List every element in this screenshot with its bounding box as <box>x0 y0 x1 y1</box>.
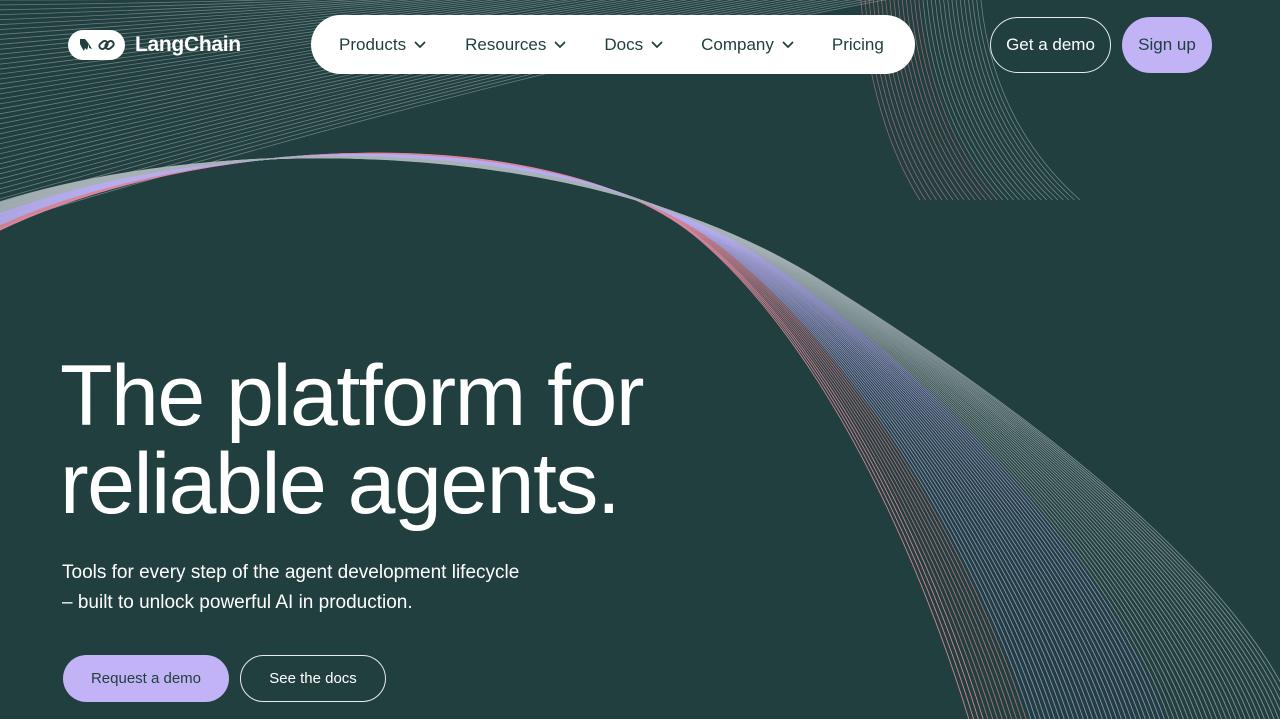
hero-subtitle: Tools for every step of the agent develo… <box>62 558 582 618</box>
nav-item-label: Products <box>339 34 407 54</box>
nav-item-label: Company <box>701 34 774 54</box>
request-demo-button[interactable]: Request a demo <box>63 655 229 702</box>
chevron-down-icon <box>554 41 566 48</box>
hero-subtitle-line-1: Tools for every step of the agent develo… <box>62 562 520 583</box>
chevron-down-icon <box>782 41 794 48</box>
hero-subtitle-line-2: – built to unlock powerful AI in product… <box>62 592 413 613</box>
chevron-down-icon <box>651 41 663 48</box>
hero-title-line-2: reliable agents. <box>60 436 621 532</box>
nav-item-resources[interactable]: Resources <box>465 35 566 55</box>
see-docs-button[interactable]: See the docs <box>240 655 386 702</box>
hero-title: The platform for reliable agents. <box>60 352 760 528</box>
sign-up-button[interactable]: Sign up <box>1122 17 1212 73</box>
nav-item-products[interactable]: Products <box>339 35 426 55</box>
nav-item-label: Docs <box>604 34 644 54</box>
parrot-link-logo-icon <box>68 29 125 60</box>
nav-item-docs[interactable]: Docs <box>604 35 663 55</box>
brand-name: LangChain <box>135 32 241 56</box>
get-demo-button[interactable]: Get a demo <box>990 17 1111 73</box>
nav-item-label: Resources <box>465 34 547 54</box>
nav-item-label: Pricing <box>831 34 884 54</box>
nav-item-pricing[interactable]: Pricing <box>832 35 884 55</box>
nav-item-company[interactable]: Company <box>701 35 794 55</box>
main-navigation: Products Resources Docs Company Pricing <box>311 15 915 74</box>
chevron-down-icon <box>414 41 426 48</box>
hero-title-line-1: The platform for <box>60 348 645 444</box>
brand-logo[interactable]: LangChain <box>68 29 241 60</box>
